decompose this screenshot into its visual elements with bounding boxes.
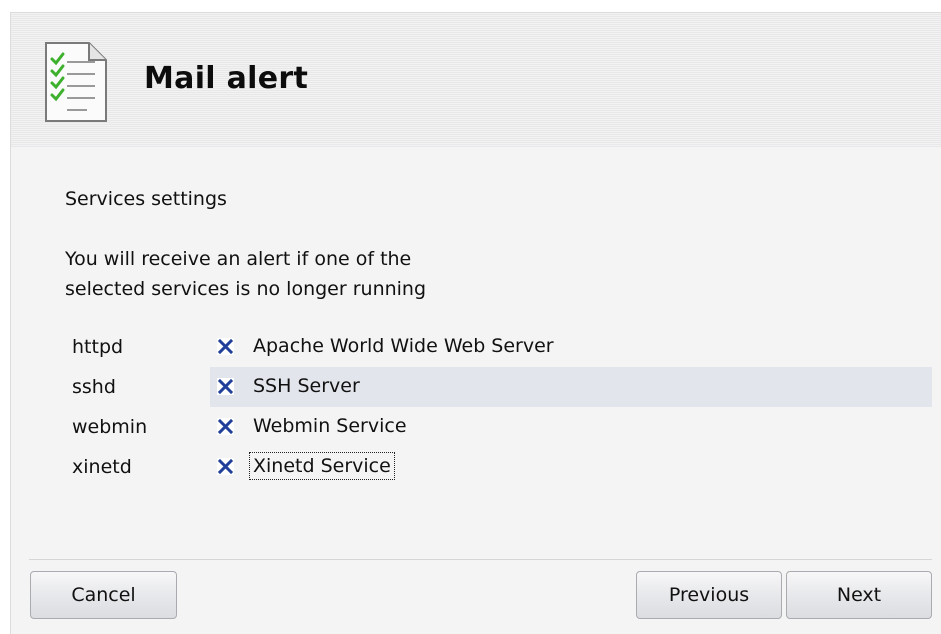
description-line-2: selected services is no longer running [65, 278, 427, 300]
dialog-header: Mail alert [11, 13, 941, 147]
service-label[interactable]: Webmin Service [251, 414, 409, 438]
next-button[interactable]: Next [786, 571, 932, 619]
checked-x-icon [217, 378, 234, 395]
checked-x-icon [217, 458, 234, 475]
cancel-button[interactable]: Cancel [30, 571, 177, 619]
previous-button[interactable]: Previous [636, 571, 782, 619]
service-name: xinetd [72, 456, 132, 478]
description-line-1: You will receive an alert if one of the [65, 248, 412, 270]
service-name: webmin [72, 416, 148, 438]
dialog-title: Mail alert [144, 61, 309, 96]
service-label[interactable]: Apache World Wide Web Server [251, 334, 556, 358]
wizard-dialog: Mail alert Services settings You will re… [10, 12, 941, 634]
service-checkbox-webmin[interactable] [217, 418, 234, 435]
service-row-httpd: httpd Apache World Wide Web Server [11, 327, 941, 367]
service-checkbox-sshd[interactable] [217, 378, 234, 395]
service-checkbox-xinetd[interactable] [217, 458, 234, 475]
service-label[interactable]: SSH Server [251, 374, 362, 398]
service-checkbox-httpd[interactable] [217, 338, 234, 355]
button-separator [29, 559, 932, 560]
checked-x-icon [217, 338, 234, 355]
service-name: httpd [72, 336, 124, 358]
service-name: sshd [72, 376, 116, 398]
service-row-webmin: webmin Webmin Service [11, 407, 941, 447]
service-label-focused[interactable]: Xinetd Service [249, 452, 395, 480]
service-row-xinetd: xinetd Xinetd Service [11, 447, 941, 487]
service-row-sshd[interactable]: sshd SSH Server [11, 367, 941, 407]
section-title: Services settings [65, 188, 227, 210]
description-text: You will receive an alert if one of the … [65, 244, 665, 304]
checked-x-icon [217, 418, 234, 435]
checklist-document-icon [45, 42, 107, 122]
